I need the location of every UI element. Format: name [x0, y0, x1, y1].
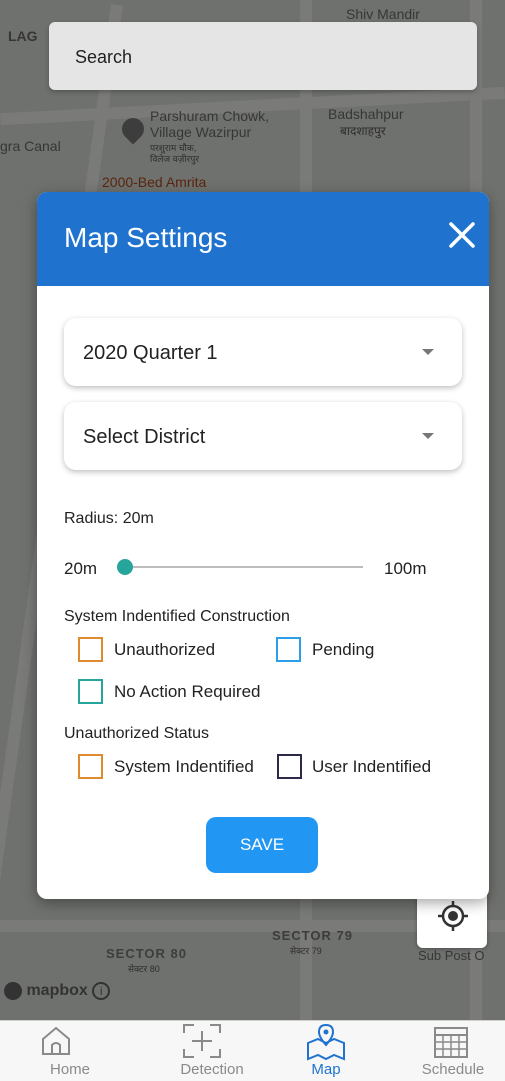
modal-header: Map Settings: [37, 192, 489, 286]
save-button[interactable]: SAVE: [206, 817, 318, 873]
modal-title: Map Settings: [64, 222, 228, 253]
nav-item-map[interactable]: Map: [268, 1021, 394, 1081]
district-select-value: Select District: [83, 426, 206, 448]
nav-label-detection: Detection: [180, 1061, 244, 1078]
search-bar[interactable]: Search: [49, 22, 477, 90]
radius-slider-track[interactable]: [125, 566, 363, 568]
bottom-nav: Home Detection Map Schedule: [0, 1020, 505, 1081]
home-icon: [42, 1026, 70, 1055]
mapbox-wordmark: mapbox: [26, 982, 88, 999]
slider-max-label: 100m: [384, 559, 427, 578]
search-placeholder: Search: [75, 47, 133, 67]
radius-label: Radius: 20m: [64, 510, 154, 527]
nav-label-schedule: Schedule: [421, 1061, 485, 1078]
detection-icon: [183, 1024, 221, 1058]
district-select[interactable]: Select District: [64, 402, 462, 470]
nav-label-home: Home: [49, 1061, 90, 1078]
status-heading: Unauthorized Status: [64, 725, 209, 742]
system-identified-label: System Indentified: [114, 757, 254, 776]
app-screen: Shiv Mandir LAG Parshuram Chowk, Village…: [0, 0, 505, 1081]
mapbox-mark-icon: [4, 982, 22, 1000]
nav-item-home[interactable]: Home: [17, 1021, 143, 1081]
chevron-down-icon: [422, 349, 434, 355]
unauthorized-label: Unauthorized: [114, 640, 216, 659]
pending-label: Pending: [312, 640, 375, 659]
calendar-icon: [434, 1027, 468, 1058]
quarter-select-value: 2020 Quarter 1: [83, 342, 218, 364]
info-icon[interactable]: i: [92, 982, 111, 1000]
mapbox-logo: mapbox i: [4, 982, 111, 1000]
no-action-label: No Action Required: [114, 682, 261, 701]
radius-slider-thumb[interactable]: [117, 559, 133, 575]
map-settings-modal: Map Settings 2020 Quarter 1 Select Distr…: [37, 192, 489, 899]
close-icon[interactable]: [447, 220, 477, 250]
pending-checkbox[interactable]: [276, 637, 301, 662]
unauthorized-checkbox[interactable]: [78, 637, 103, 662]
system-identified-checkbox[interactable]: [78, 754, 103, 779]
nav-item-schedule[interactable]: Schedule: [390, 1021, 505, 1081]
user-identified-label: User Indentified: [312, 757, 432, 776]
map-icon: [307, 1023, 345, 1061]
chevron-down-icon: [422, 433, 434, 439]
quarter-select[interactable]: 2020 Quarter 1: [64, 318, 462, 386]
nav-label-map: Map: [311, 1061, 341, 1078]
user-identified-checkbox[interactable]: [277, 754, 302, 779]
slider-min-label: 20m: [64, 559, 98, 578]
crosshair-icon: [438, 901, 468, 931]
no-action-checkbox[interactable]: [78, 679, 103, 704]
nav-item-detection[interactable]: Detection: [139, 1021, 265, 1081]
construction-heading: System Indentified Construction: [64, 608, 290, 625]
